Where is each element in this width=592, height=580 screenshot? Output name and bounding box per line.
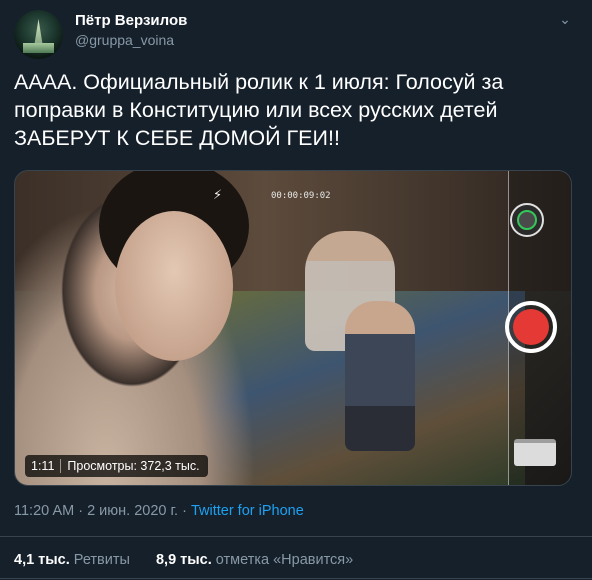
video-views: Просмотры: 372,3 тыс. <box>67 459 200 473</box>
tweet-meta: 11:20 AM · 2 июн. 2020 г. · Twitter for … <box>14 503 304 519</box>
gallery-icon <box>514 439 556 466</box>
meta-separator: · <box>74 503 88 519</box>
recording-timer: 00:00:09:02 <box>271 191 331 201</box>
flash-off-icon: ⚡ <box>213 187 223 202</box>
video-frame-child <box>345 301 415 451</box>
likes-label: отметка «Нравится» <box>215 552 354 568</box>
chevron-down-icon[interactable]: ⌄ <box>556 10 574 28</box>
record-button-icon <box>505 301 557 353</box>
divider <box>0 578 592 579</box>
tweet-text: АААА. Официальный ролик к 1 июля: Голосу… <box>14 70 504 150</box>
video-player[interactable]: ⚡ 00:00:09:02 1:11 Просмотры: 372,3 тыс. <box>14 170 572 486</box>
tweet-header: Пётр Верзилов @gruppa_voina ⌄ <box>14 8 578 59</box>
retweets-count: 4,1 тыс. <box>14 552 70 568</box>
video-frame-woman <box>15 171 275 485</box>
avatar-base <box>23 43 54 53</box>
tweet-source-link[interactable]: Twitter for iPhone <box>191 503 304 519</box>
author-name[interactable]: Пётр Верзилов <box>75 12 187 29</box>
meta-separator: · <box>178 503 191 519</box>
camera-switch-icon <box>510 203 544 237</box>
tweet-time[interactable]: 11:20 AM <box>14 503 74 519</box>
avatar[interactable] <box>14 10 63 59</box>
divider <box>0 536 592 537</box>
retweets-stat[interactable]: 4,1 тыс. Ретвиты <box>14 552 130 568</box>
retweets-label: Ретвиты <box>73 552 130 568</box>
author-handle[interactable]: @gruppa_voina <box>75 32 174 48</box>
video-info-badge: 1:11 Просмотры: 372,3 тыс. <box>25 455 208 477</box>
video-duration: 1:11 <box>25 459 62 473</box>
tweet-date[interactable]: 2 июн. 2020 г. <box>87 503 178 519</box>
likes-count: 8,9 тыс. <box>155 552 212 568</box>
likes-stat[interactable]: 8,9 тыс. отметка «Нравится» <box>156 552 353 568</box>
tweet-stats: 4,1 тыс. Ретвиты 8,9 тыс. отметка «Нрави… <box>14 552 353 568</box>
video-frame-face <box>115 211 233 361</box>
